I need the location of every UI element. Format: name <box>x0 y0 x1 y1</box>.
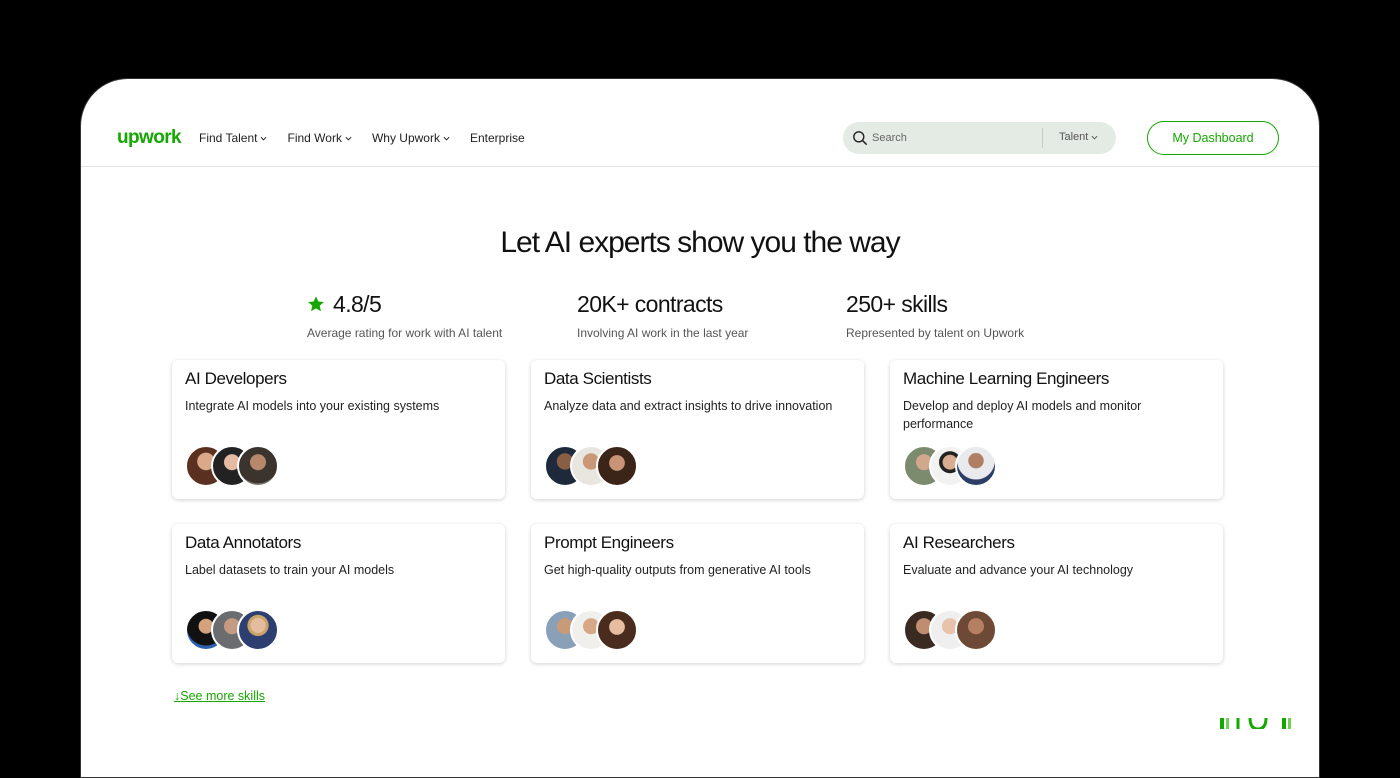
page-title: Let AI experts show you the way <box>500 226 900 259</box>
stat-rating: 4.8/5 Average rating for work with AI ta… <box>307 290 503 341</box>
upwork-logo[interactable]: upwork <box>117 127 182 149</box>
card-description: Analyze data and extract insights to dri… <box>544 399 833 413</box>
star-icon <box>308 296 324 312</box>
search-divider <box>1042 128 1043 148</box>
card-ai-researchers[interactable]: AI Researchers Evaluate and advance your… <box>890 524 1223 663</box>
stat-value-text: 250+ skills <box>846 290 948 317</box>
stat-label: Represented by talent on Upwork <box>846 326 1025 340</box>
stat-value-text: 20K+ contracts <box>577 290 723 317</box>
stat-label: Average rating for work with AI talent <box>307 326 503 340</box>
avatar <box>237 445 279 487</box>
chevron-down-icon <box>345 136 352 141</box>
chevron-down-icon <box>260 136 267 141</box>
avatar <box>237 609 279 651</box>
stat-value: 4.8/5 <box>307 290 502 318</box>
see-more-label: See more skills <box>180 689 265 703</box>
card-title: Prompt Engineers <box>544 533 674 552</box>
chevron-down-icon <box>443 136 450 141</box>
avatar <box>596 445 638 487</box>
see-more-skills-link[interactable]: ↓See more skills <box>174 689 265 703</box>
stat-value: 250+ skills <box>846 290 1024 318</box>
nav-why-upwork[interactable]: Why Upwork <box>372 131 450 145</box>
card-prompt-engineers[interactable]: Prompt Engineers Get high-quality output… <box>531 524 864 663</box>
nav-find-work[interactable]: Find Work <box>287 131 352 145</box>
search-bar: Talent <box>843 122 1116 154</box>
card-description: Develop and deploy AI models and monitor… <box>903 399 1142 431</box>
card-title: AI Developers <box>185 369 287 388</box>
card-description: Evaluate and advance your AI technology <box>903 563 1134 577</box>
nav-label: Enterprise <box>469 131 525 145</box>
nav-label: Why Upwork <box>371 131 440 145</box>
nav-find-talent[interactable]: Find Talent <box>199 131 267 145</box>
chevron-down-icon <box>1091 135 1098 140</box>
card-ai-developers[interactable]: AI Developers Integrate AI models into y… <box>172 360 505 499</box>
nav-label: Find Talent <box>199 131 258 145</box>
search-type-dropdown[interactable]: Talent <box>1059 131 1098 143</box>
main-nav: Find Talent Find Work Why Upwork Enterpr… <box>199 131 525 145</box>
search-type-label: Talent <box>1059 131 1089 143</box>
card-data-annotators[interactable]: Data Annotators Label datasets to train … <box>172 524 505 663</box>
stat-contracts: 20K+ contracts Involving AI work in the … <box>577 290 749 341</box>
card-description: Label datasets to train your AI models <box>185 563 395 577</box>
card-title: Machine Learning Engineers <box>903 369 1110 388</box>
site-header: upwork Find Talent Find Work Why Upwork … <box>81 79 1319 167</box>
card-description: Integrate AI models into your existing s… <box>185 399 440 413</box>
stat-skills: 250+ skills Represented by talent on Upw… <box>846 290 1025 341</box>
card-title: Data Annotators <box>185 533 301 552</box>
card-description: Get high-quality outputs from generative… <box>544 563 811 577</box>
stat-value: 20K+ contracts <box>577 290 748 318</box>
card-machine-learning-engineers[interactable]: Machine Learning Engineers Develop and d… <box>890 360 1223 499</box>
card-title: Data Scientists <box>544 369 652 388</box>
nav-enterprise[interactable]: Enterprise <box>470 131 525 145</box>
search-input[interactable] <box>872 129 1032 147</box>
stat-label: Involving AI work in the last year <box>577 326 749 340</box>
avatar <box>955 609 997 651</box>
decorative-graphic <box>1220 718 1291 729</box>
browser-frame: upwork Find Talent Find Work Why Upwork … <box>80 78 1320 778</box>
stat-value-text: 4.8/5 <box>333 290 382 317</box>
card-data-scientists[interactable]: Data Scientists Analyze data and extract… <box>531 360 864 499</box>
nav-label: Find Work <box>287 131 342 145</box>
search-icon[interactable] <box>852 130 868 146</box>
my-dashboard-button[interactable]: My Dashboard <box>1147 121 1279 155</box>
avatar <box>596 609 638 651</box>
card-title: AI Researchers <box>903 533 1015 552</box>
avatar <box>955 445 997 487</box>
